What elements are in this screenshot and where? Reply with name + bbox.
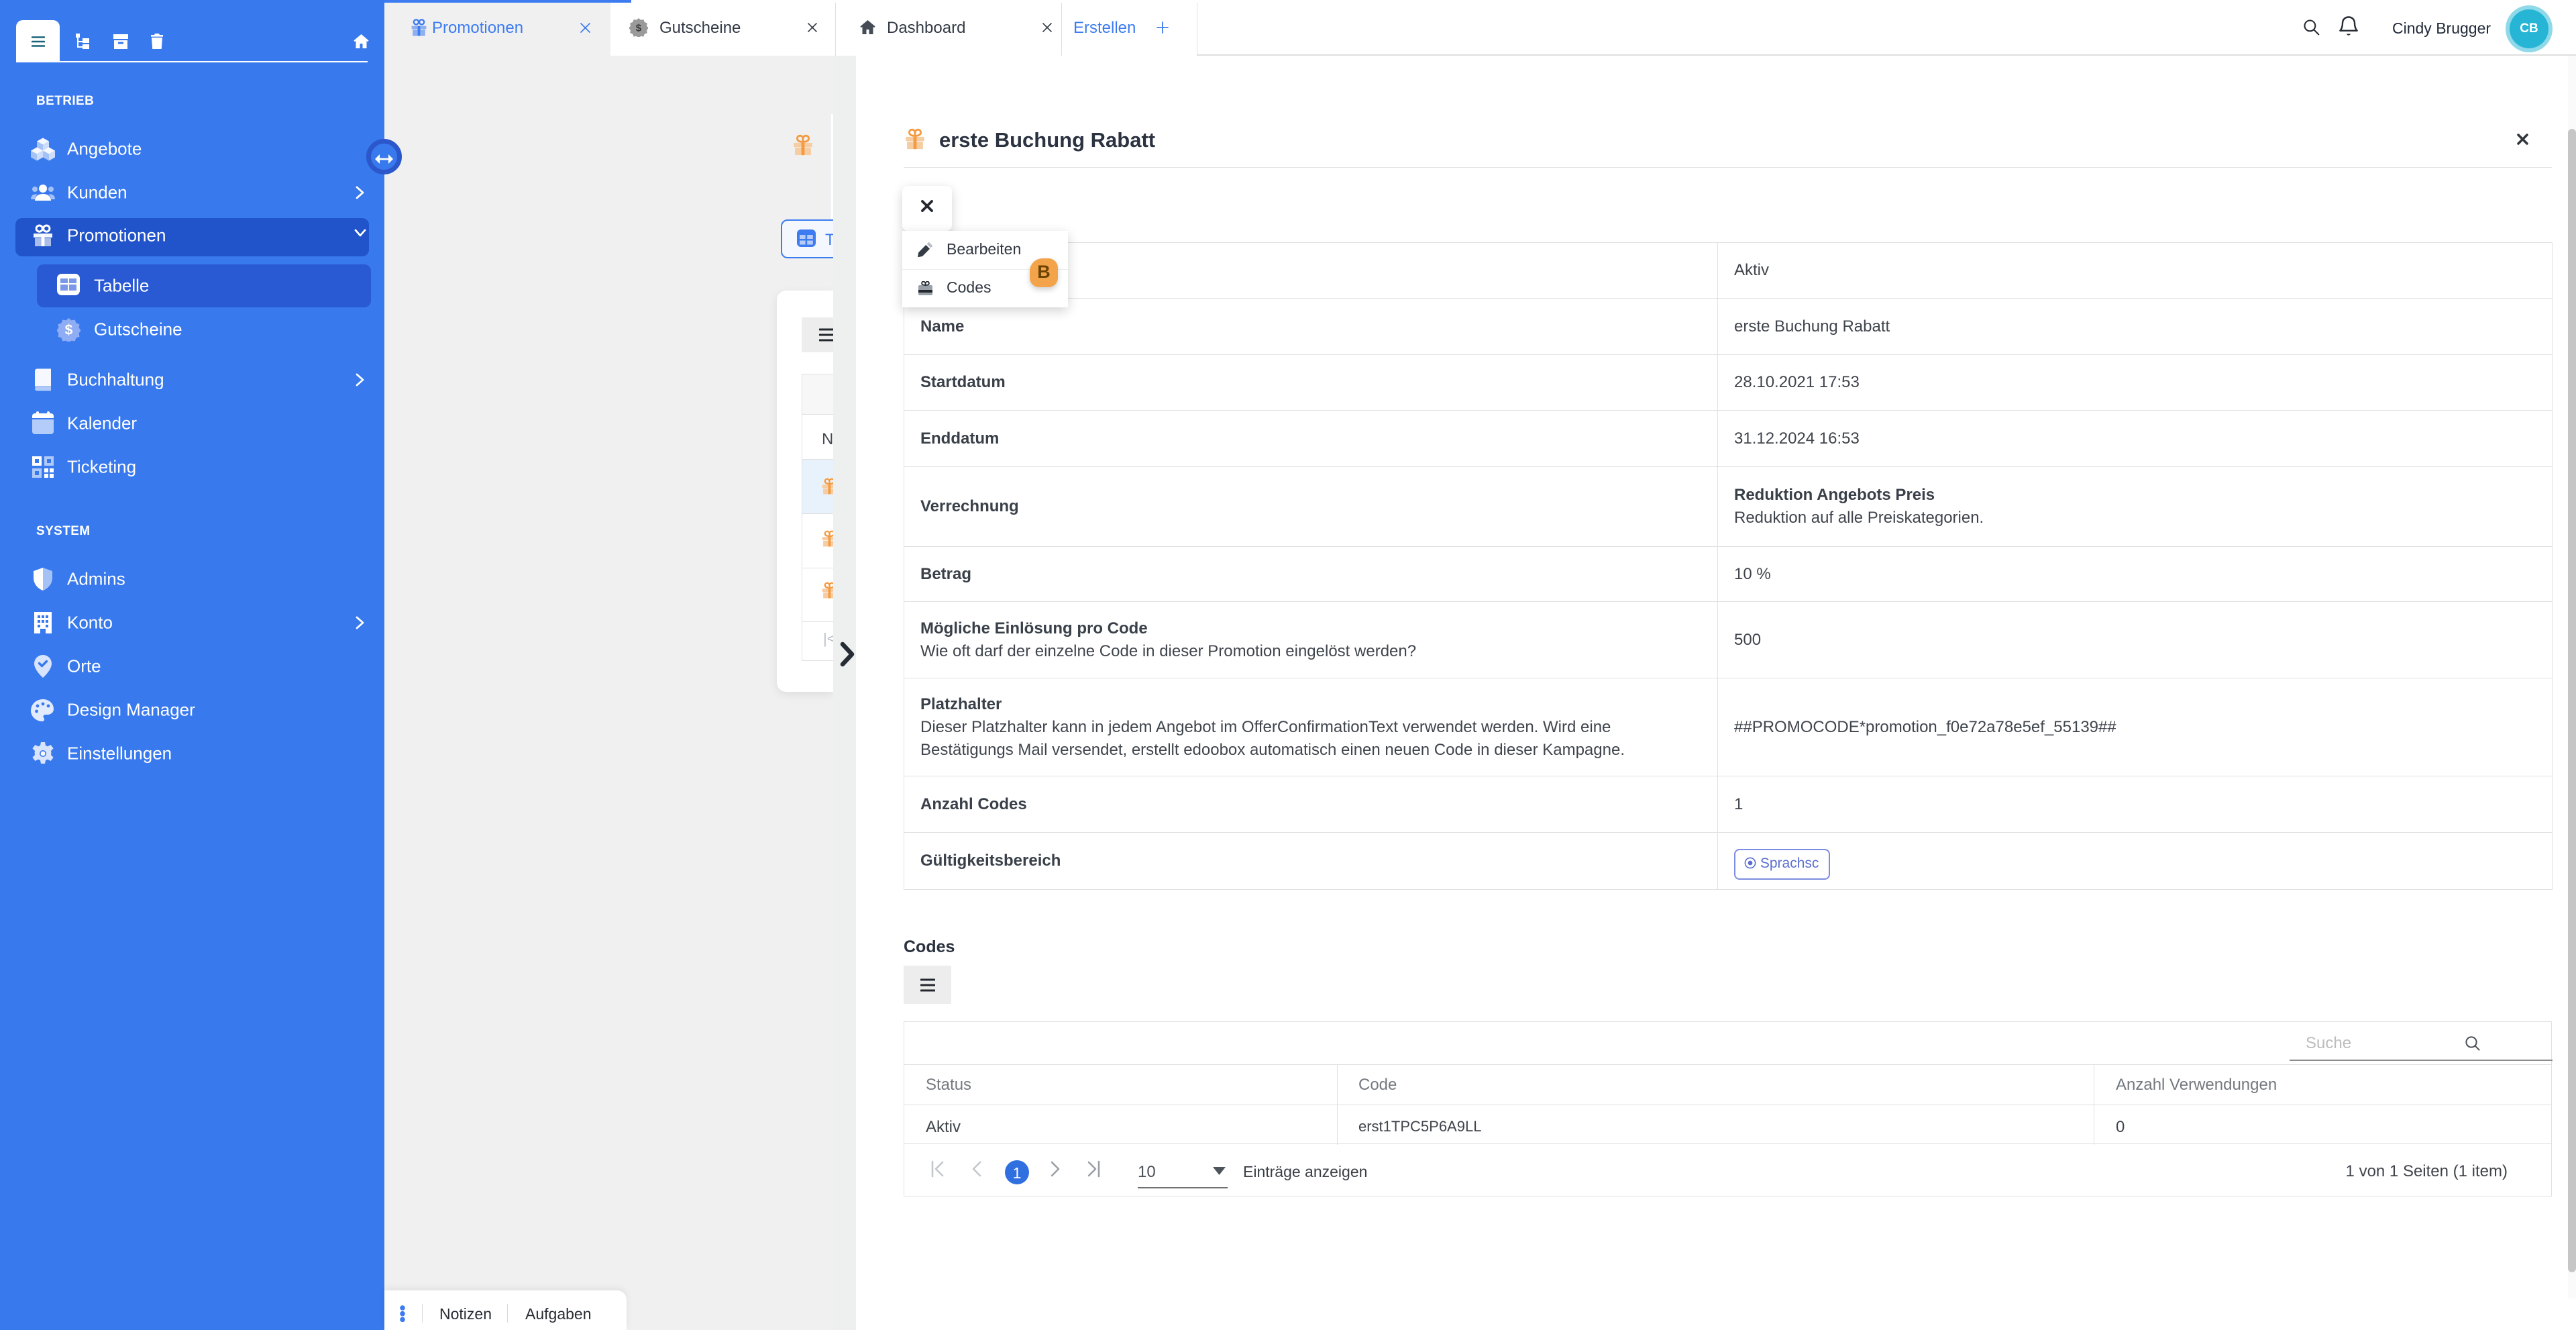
svg-text:$: $ xyxy=(636,23,642,34)
svg-text:$: $ xyxy=(65,323,73,338)
